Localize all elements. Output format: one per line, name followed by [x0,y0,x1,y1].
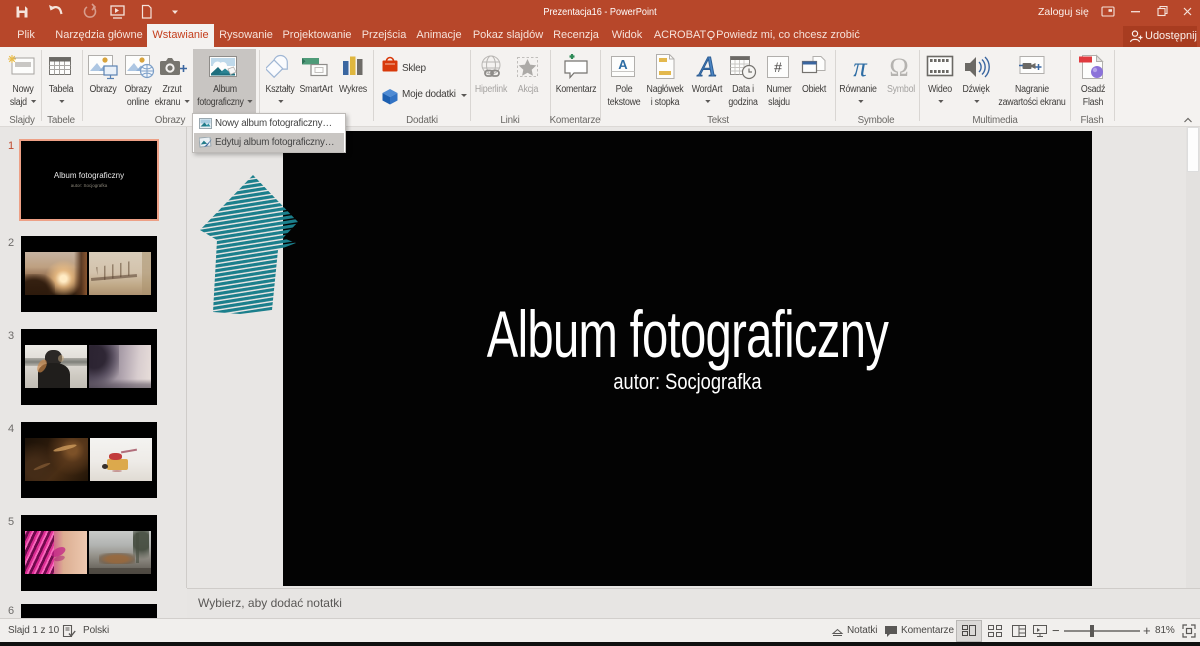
svg-text:Ω: Ω [889,53,908,81]
svg-text:π: π [853,53,868,81]
svg-text:A: A [696,53,716,81]
svg-text:A: A [618,57,628,72]
svg-text:#: # [774,59,782,75]
